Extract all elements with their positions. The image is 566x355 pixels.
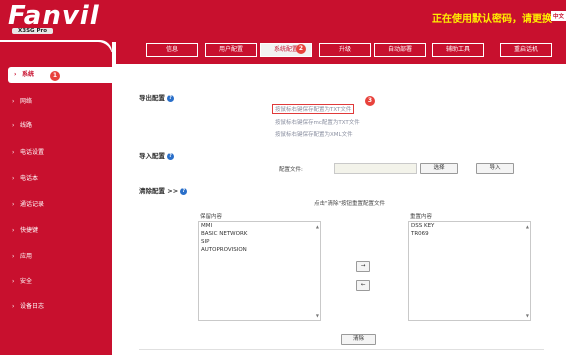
step-badge-2: 2: [296, 44, 306, 54]
chevron-right-icon: ›: [12, 253, 15, 260]
sidebar-item-phonebook[interactable]: › 电话本: [0, 171, 112, 187]
chevron-right-icon: ›: [12, 175, 15, 182]
keep-content-list[interactable]: MMI BASIC NETWORK SIP AUTOPROVISION ▲ ▼: [198, 221, 321, 321]
sidebar-item-label: 安全: [20, 278, 33, 285]
reset-content-list[interactable]: DSS KEY TR069 ▲ ▼: [408, 221, 531, 321]
clear-hint: 点击"清除"按钮重置配置文件: [314, 201, 386, 207]
move-left-button[interactable]: ←: [356, 280, 370, 291]
sidebar-item-label: 应用: [20, 253, 33, 260]
list-item[interactable]: SIP: [199, 238, 320, 246]
list-item[interactable]: AUTOPROVISION: [199, 246, 320, 254]
list-item[interactable]: DSS KEY: [409, 222, 530, 230]
list-item[interactable]: BASIC NETWORK: [199, 230, 320, 238]
info-icon[interactable]: ?: [167, 152, 174, 160]
sidebar-item-label: 快捷键: [20, 227, 39, 234]
chevron-right-icon: ›: [12, 227, 15, 234]
list-item[interactable]: TR069: [409, 230, 530, 238]
sidebar-item-call-log[interactable]: › 通话记录: [0, 197, 112, 213]
export-config-title: 导出配置?: [139, 92, 174, 102]
clear-button[interactable]: 清除: [341, 334, 376, 345]
sidebar-item-system[interactable]: › 系统: [8, 67, 112, 83]
scroll-down-icon[interactable]: ▼: [316, 313, 319, 318]
chevron-right-icon: ›: [12, 149, 15, 156]
chevron-right-icon: ›: [12, 303, 15, 310]
config-file-label: 配置文件:: [279, 167, 303, 173]
chevron-right-icon: ›: [12, 122, 15, 129]
list-item[interactable]: MMI: [199, 222, 320, 230]
reset-content-header: 重置内容: [410, 214, 433, 220]
import-config-title: 导入配置?: [139, 150, 174, 160]
scrollbar[interactable]: ▲ ▼: [525, 222, 530, 320]
scroll-up-icon[interactable]: ▲: [316, 224, 319, 229]
export-txt-link[interactable]: 按鼠标右键保存配置为TXT文件: [272, 104, 355, 114]
logo-text: Fanvil: [8, 1, 100, 31]
sidebar-item-label: 设备日志: [20, 303, 45, 310]
sidebar-item-security[interactable]: › 安全: [0, 274, 112, 290]
import-button[interactable]: 导入: [476, 163, 514, 174]
language-switch[interactable]: 中文: [550, 11, 566, 21]
chevron-right-icon: ›: [12, 98, 15, 105]
export-mc-txt-link[interactable]: 按鼠标右键保存mc配置为TXT文件: [275, 118, 360, 126]
top-header: Fanvil X3SG Pro 正在使用默认密码，请更换 中文: [0, 0, 566, 42]
select-file-button[interactable]: 选择: [420, 163, 458, 174]
sidebar-item-label: 网络: [20, 98, 33, 105]
sidebar-item-shortcuts[interactable]: › 快捷键: [0, 223, 112, 239]
info-icon[interactable]: ?: [180, 187, 188, 195]
sidebar-item-line[interactable]: › 线路: [0, 118, 112, 134]
chevron-right-icon: ›: [12, 278, 15, 285]
tab-info[interactable]: 信息: [146, 43, 198, 57]
tab-upgrade[interactable]: 升级: [319, 43, 371, 57]
chevron-right-icon: ›: [12, 201, 15, 208]
tab-tools[interactable]: 辅助工具: [432, 43, 484, 57]
sidebar-item-network[interactable]: › 网络: [0, 94, 112, 110]
keep-content-header: 保留内容: [200, 214, 223, 220]
sidebar-item-phone-settings[interactable]: › 电话设置: [0, 145, 112, 161]
chevron-right-icon: ›: [14, 71, 17, 78]
default-password-warning[interactable]: 正在使用默认密码，请更换: [432, 10, 552, 25]
fanvil-logo: Fanvil X3SG Pro: [8, 1, 100, 39]
scroll-up-icon[interactable]: ▲: [526, 224, 529, 229]
step-badge-1: 1: [50, 71, 60, 81]
sidebar-item-apps[interactable]: › 应用: [0, 249, 112, 265]
sidebar-item-label: 系统: [22, 71, 35, 78]
scrollbar[interactable]: ▲ ▼: [315, 222, 320, 320]
tab-user-config[interactable]: 用户配置: [205, 43, 257, 57]
tab-reboot[interactable]: 重启话机: [500, 43, 552, 57]
info-icon[interactable]: ?: [167, 94, 174, 102]
export-xml-link[interactable]: 按鼠标右键保存配置为XML文件: [275, 130, 353, 138]
sidebar-item-label: 线路: [20, 122, 33, 129]
config-file-input[interactable]: [334, 163, 417, 174]
step-badge-3: 3: [365, 96, 375, 106]
sidebar-item-device-log[interactable]: › 设备日志: [0, 299, 112, 315]
clear-config-title[interactable]: 清除配置 >>?: [139, 185, 188, 195]
tab-auto-provision[interactable]: 自动部署: [374, 43, 426, 57]
sidebar-item-label: 通话记录: [20, 201, 45, 208]
model-label: X3SG Pro: [12, 28, 53, 34]
sidebar-item-label: 电话设置: [20, 149, 45, 156]
divider: [139, 349, 544, 350]
sidebar-item-label: 电话本: [20, 175, 39, 182]
move-right-button[interactable]: →: [356, 261, 370, 272]
scroll-down-icon[interactable]: ▼: [526, 313, 529, 318]
